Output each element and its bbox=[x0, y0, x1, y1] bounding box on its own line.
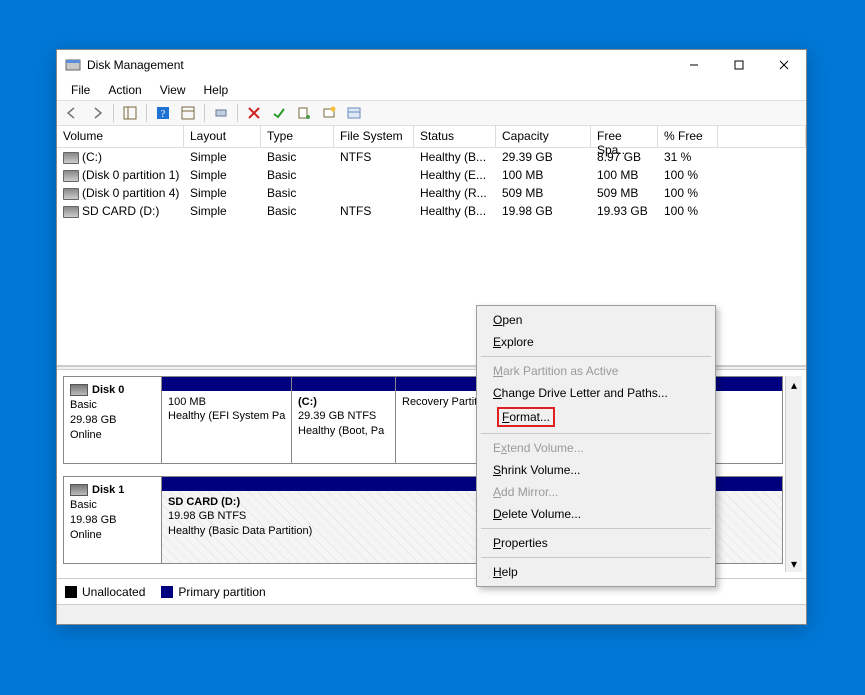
menu-item-open[interactable]: Open bbox=[479, 309, 713, 331]
menu-separator bbox=[481, 356, 711, 357]
maximize-button[interactable] bbox=[716, 50, 761, 80]
legend-unallocated: Unallocated bbox=[65, 585, 145, 599]
toolbar-separator bbox=[146, 104, 147, 122]
menu-item-add-mirror: Add Mirror... bbox=[479, 481, 713, 503]
toolbar-separator bbox=[237, 104, 238, 122]
show-hide-console-tree-button[interactable] bbox=[119, 102, 141, 124]
menu-action[interactable]: Action bbox=[100, 81, 149, 99]
menu-item-delete-volume[interactable]: Delete Volume... bbox=[479, 503, 713, 525]
menu-item-format[interactable]: Format... bbox=[479, 404, 713, 430]
disk-management-window: Disk Management File Action View Help ? … bbox=[56, 49, 807, 625]
list-icon[interactable] bbox=[343, 102, 365, 124]
table-row[interactable]: SD CARD (D:)SimpleBasicNTFSHealthy (B...… bbox=[57, 202, 806, 220]
partition-bar bbox=[292, 377, 395, 391]
col-capacity[interactable]: Capacity bbox=[496, 126, 591, 148]
app-icon bbox=[65, 57, 81, 73]
vertical-scrollbar[interactable]: ▴ ▾ bbox=[785, 376, 802, 572]
partition-bar bbox=[162, 377, 291, 391]
minimize-button[interactable] bbox=[671, 50, 716, 80]
refresh-button[interactable] bbox=[210, 102, 232, 124]
menu-item-extend-volume: Extend Volume... bbox=[479, 437, 713, 459]
svg-text:?: ? bbox=[161, 109, 166, 120]
toolbar-separator bbox=[204, 104, 205, 122]
menu-item-explore[interactable]: Explore bbox=[479, 331, 713, 353]
partition[interactable]: (C:)29.39 GB NTFSHealthy (Boot, Pa bbox=[292, 377, 396, 463]
delete-icon[interactable] bbox=[243, 102, 265, 124]
menu-view[interactable]: View bbox=[152, 81, 194, 99]
menu-file[interactable]: File bbox=[63, 81, 98, 99]
scroll-down-icon[interactable]: ▾ bbox=[786, 555, 802, 572]
menubar: File Action View Help bbox=[57, 80, 806, 100]
help-button[interactable]: ? bbox=[152, 102, 174, 124]
partition[interactable]: 100 MBHealthy (EFI System Pa bbox=[162, 377, 292, 463]
col-type[interactable]: Type bbox=[261, 126, 334, 148]
table-row[interactable]: (Disk 0 partition 1)SimpleBasicHealthy (… bbox=[57, 166, 806, 184]
col-free[interactable]: Free Spa... bbox=[591, 126, 658, 148]
drive-icon bbox=[63, 206, 79, 218]
menu-item-properties[interactable]: Properties bbox=[479, 532, 713, 554]
menu-separator bbox=[481, 528, 711, 529]
swatch-black bbox=[65, 586, 77, 598]
forward-button[interactable] bbox=[86, 102, 108, 124]
table-row[interactable]: (C:)SimpleBasicNTFSHealthy (B...29.39 GB… bbox=[57, 148, 806, 166]
menu-item-help[interactable]: Help bbox=[479, 561, 713, 583]
legend-unallocated-label: Unallocated bbox=[82, 585, 145, 599]
scroll-up-icon[interactable]: ▴ bbox=[786, 376, 802, 393]
drive-icon bbox=[63, 188, 79, 200]
context-menu: OpenExplore Mark Partition as ActiveChang… bbox=[476, 305, 716, 587]
disk-label[interactable]: Disk 0Basic29.98 GBOnline bbox=[64, 377, 162, 463]
table-row[interactable]: (Disk 0 partition 4)SimpleBasicHealthy (… bbox=[57, 184, 806, 202]
col-layout[interactable]: Layout bbox=[184, 126, 261, 148]
col-volume[interactable]: Volume bbox=[57, 126, 184, 148]
menu-separator bbox=[481, 557, 711, 558]
drive-icon bbox=[63, 152, 79, 164]
statusbar bbox=[57, 604, 806, 624]
col-end bbox=[718, 126, 806, 148]
swatch-blue bbox=[161, 586, 173, 598]
properties-icon[interactable] bbox=[293, 102, 315, 124]
window-title: Disk Management bbox=[87, 58, 671, 72]
legend-primary-label: Primary partition bbox=[178, 585, 265, 599]
col-filesystem[interactable]: File System bbox=[334, 126, 414, 148]
col-pctfree[interactable]: % Free bbox=[658, 126, 718, 148]
menu-item-mark-partition-as-active: Mark Partition as Active bbox=[479, 360, 713, 382]
drive-icon bbox=[63, 170, 79, 182]
menu-item-change-drive-letter-and-paths[interactable]: Change Drive Letter and Paths... bbox=[479, 382, 713, 404]
menu-item-shrink-volume[interactable]: Shrink Volume... bbox=[479, 459, 713, 481]
legend-primary: Primary partition bbox=[161, 585, 265, 599]
back-button[interactable] bbox=[61, 102, 83, 124]
disk-icon bbox=[70, 484, 88, 496]
toolbar: ? bbox=[57, 100, 806, 126]
menu-separator bbox=[481, 433, 711, 434]
toolbar-separator bbox=[113, 104, 114, 122]
disk-icon bbox=[70, 384, 88, 396]
apply-icon[interactable] bbox=[268, 102, 290, 124]
menu-help[interactable]: Help bbox=[196, 81, 237, 99]
new-icon[interactable] bbox=[318, 102, 340, 124]
col-status[interactable]: Status bbox=[414, 126, 496, 148]
volume-list-header: Volume Layout Type File System Status Ca… bbox=[57, 126, 806, 148]
titlebar[interactable]: Disk Management bbox=[57, 50, 806, 80]
disk-label[interactable]: Disk 1Basic19.98 GBOnline bbox=[64, 477, 162, 563]
settings-button[interactable] bbox=[177, 102, 199, 124]
close-button[interactable] bbox=[761, 50, 806, 80]
